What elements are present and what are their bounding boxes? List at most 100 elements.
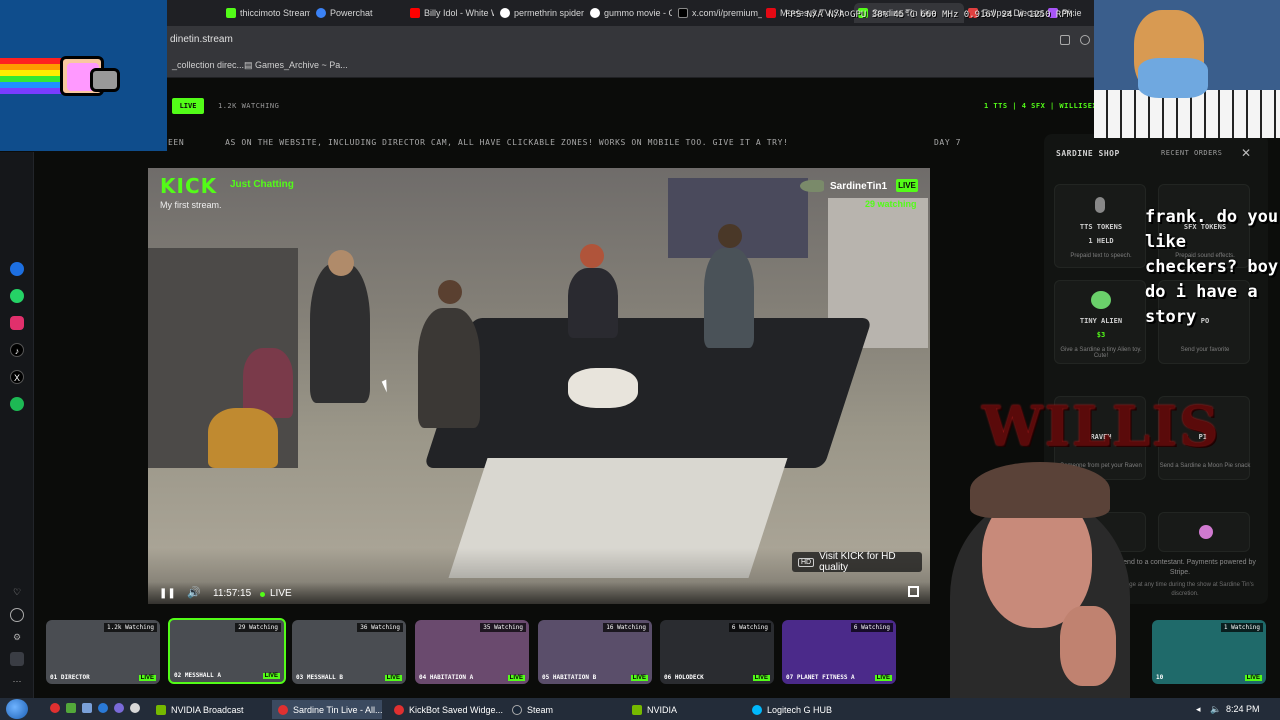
token-ticker: 1 TTS | 4 SFX | WILLISEXP xyxy=(984,102,1102,110)
camera-thumb-habitation-b[interactable]: 16 Watching 05 HABITATION B LIVE xyxy=(538,620,652,684)
history-icon[interactable] xyxy=(10,608,24,622)
tab-permethrin[interactable]: permethrin spider l xyxy=(500,3,584,23)
quicklaunch-icon[interactable] xyxy=(50,703,60,713)
stream-title: My first stream. xyxy=(160,200,222,210)
marquee-text: AS ON THE WEBSITE, INCLUDING DIRECTOR CA… xyxy=(225,138,789,147)
youtube-icon xyxy=(410,8,420,18)
logitech-icon xyxy=(752,704,762,715)
shop-card-tts-tokens[interactable]: TTS TOKENS 1 HELD Prepaid text to speech… xyxy=(1054,184,1146,268)
browser-tab-bar: thiccimoto Stream Powerchat Billy Idol -… xyxy=(0,0,1280,26)
open-external-icon[interactable] xyxy=(1060,35,1070,45)
gpu-stats-overlay: FPS N/A N/A GPU 38% 45°C 660 MHz 0.916V … xyxy=(785,10,1073,20)
camera-thumb-planet-fitness-a[interactable]: 6 Watching 07 PLANET FITNESS A LIVE xyxy=(782,620,896,684)
camera-thumb-10[interactable]: 1 Watching 10 LIVE xyxy=(1152,620,1266,684)
taskbar-steam[interactable]: Steam xyxy=(506,700,559,719)
gear-icon[interactable]: ⚙ xyxy=(10,630,24,644)
player-controls xyxy=(148,582,930,604)
wall-poster xyxy=(668,178,808,258)
pause-icon[interactable]: ❚❚ xyxy=(159,588,176,599)
towel xyxy=(568,368,638,408)
camera-thumb-habitation-a[interactable]: 35 Watching 04 HABITATION A LIVE xyxy=(415,620,529,684)
marquee-prefix: EEN xyxy=(168,138,185,147)
volume-icon[interactable]: 🔊 xyxy=(187,586,201,599)
extensions-icon[interactable] xyxy=(10,652,24,666)
quicklaunch-icon[interactable] xyxy=(66,703,76,713)
camera-thumb-messhall-b[interactable]: 36 Watching 03 MESSHALL B LIVE xyxy=(292,620,406,684)
announcement-marquee: EEN AS ON THE WEBSITE, INCLUDING DIRECTO… xyxy=(168,138,1048,154)
nvidia-icon xyxy=(156,704,166,715)
quicklaunch-icon[interactable] xyxy=(114,703,124,713)
taskbar-logitech[interactable]: Logitech G HUB xyxy=(746,700,838,719)
tab-thiccimoto[interactable]: thiccimoto Stream xyxy=(226,3,310,23)
chat-message-overlay: frank. do you like checkers? boy do i ha… xyxy=(1145,207,1279,327)
heart-icon[interactable]: ♡ xyxy=(10,585,24,599)
alien-icon xyxy=(1091,291,1111,309)
recent-orders-tab[interactable]: RECENT ORDERS xyxy=(1161,149,1222,157)
quicklaunch-icon[interactable] xyxy=(98,703,108,713)
video-player[interactable] xyxy=(148,168,930,604)
camera-thumb-director[interactable]: 1.2k Watching 01 DIRECTOR LIVE xyxy=(46,620,160,684)
camera-thumb-messhall-a[interactable]: 29 Watching 02 MESSHALL A LIVE xyxy=(168,618,286,684)
stream-category[interactable]: Just Chatting xyxy=(230,179,294,190)
hd-quality-button[interactable]: HD Visit KICK for HD quality xyxy=(792,551,922,573)
sardine-icon xyxy=(800,180,824,192)
taskbar-nvidia-broadcast[interactable]: NVIDIA Broadcast xyxy=(150,700,250,719)
channel-name[interactable]: SardineTin1 xyxy=(830,181,887,192)
more-icon[interactable]: ⋯ xyxy=(10,674,24,688)
browser-icon xyxy=(394,704,404,715)
person-head xyxy=(438,280,462,304)
streamer-hand xyxy=(1060,606,1116,686)
left-sidebar: ♪ X ♡ ⚙ ⋯ xyxy=(0,152,34,698)
hd-icon: HD xyxy=(798,557,815,567)
fullscreen-icon[interactable] xyxy=(908,586,919,597)
bookmark-games-archive[interactable]: ▤ Games_Archive ~ Pa... xyxy=(244,60,348,71)
microphone-icon xyxy=(1095,197,1105,213)
tiktok-icon[interactable]: ♪ xyxy=(10,343,24,357)
viewer-count: 29 watching xyxy=(865,199,917,209)
cat-shirt xyxy=(1138,58,1208,98)
quicklaunch-icon[interactable] xyxy=(82,703,92,713)
google-icon xyxy=(590,8,600,18)
movies-icon xyxy=(766,8,776,18)
close-icon[interactable]: ✕ xyxy=(1241,146,1251,160)
url-text[interactable]: dinetin.stream xyxy=(170,34,233,45)
kitchen-island xyxy=(423,318,873,468)
tab-billy-idol[interactable]: Billy Idol - White W xyxy=(410,3,494,23)
x-icon[interactable]: X xyxy=(10,370,24,384)
person-head xyxy=(328,250,354,276)
tab-x-premium[interactable]: x.com/i/premium_s xyxy=(678,3,762,23)
person-standing xyxy=(418,308,480,428)
shop-title: SARDINE SHOP xyxy=(1056,149,1120,158)
tab-gummo[interactable]: gummo movie - Go xyxy=(590,3,672,23)
streamer-webcam xyxy=(940,456,1140,698)
quicklaunch-icon[interactable] xyxy=(130,703,140,713)
taskbar-sardine-tin[interactable]: Sardine Tin Live - All... xyxy=(272,700,383,719)
instagram-icon[interactable] xyxy=(10,316,24,330)
tray-chevron-icon[interactable]: ◂ xyxy=(1196,704,1201,715)
taskbar-nvidia[interactable]: NVIDIA xyxy=(626,700,683,719)
powerchat-icon xyxy=(316,8,326,18)
day-counter: DAY 7 xyxy=(934,138,962,147)
total-watching: 1.2K WATCHING xyxy=(218,102,280,110)
messenger-icon[interactable] xyxy=(10,262,24,276)
speaker-icon[interactable]: 🔈 xyxy=(1210,704,1221,715)
system-clock[interactable]: 8:24 PM xyxy=(1226,704,1260,714)
spotify-icon[interactable] xyxy=(10,397,24,411)
folder-icon: ▤ xyxy=(244,60,256,70)
taskbar-kickbot[interactable]: KickBot Saved Widge... xyxy=(388,700,509,719)
person-sitting xyxy=(208,408,278,468)
shop-card-tiny-alien[interactable]: TINY ALIEN $3 Give a Sardine a tiny Alie… xyxy=(1054,280,1146,364)
person-head xyxy=(580,244,604,268)
steam-icon xyxy=(512,704,522,715)
camera-icon[interactable] xyxy=(1080,35,1090,45)
camera-thumb-holodeck[interactable]: 6 Watching 06 HOLODECK LIVE xyxy=(660,620,774,684)
go-live-button[interactable]: LIVE xyxy=(270,588,292,599)
timecode: 11:57:15 xyxy=(213,588,252,599)
whatsapp-icon[interactable] xyxy=(10,289,24,303)
start-button[interactable] xyxy=(6,699,28,719)
tab-powerchat[interactable]: Powerchat xyxy=(316,3,402,23)
willis-logo: WILLIS xyxy=(982,394,1221,458)
shop-card-partial[interactable] xyxy=(1158,512,1250,552)
kick-logo[interactable]: KICK xyxy=(160,174,217,198)
bookmark-collection[interactable]: _collection direc... xyxy=(172,60,244,70)
